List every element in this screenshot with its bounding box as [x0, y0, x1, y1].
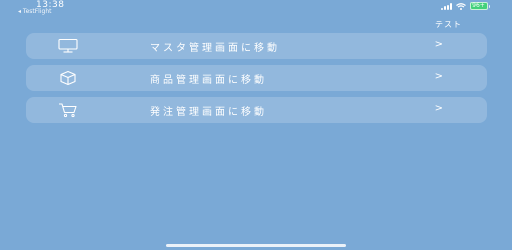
box-icon: [58, 70, 78, 86]
menu-item-products[interactable]: 商品管理画面に移動 >: [26, 65, 487, 91]
chevron-right-icon: >: [434, 71, 443, 82]
menu-item-master[interactable]: マスタ管理画面に移動 >: [26, 33, 487, 59]
battery-level: 96+: [469, 2, 488, 10]
battery-icon: 96+: [469, 2, 490, 10]
cellular-signal-icon: [440, 2, 452, 10]
menu-item-label: 商品管理画面に移動: [150, 75, 267, 86]
status-bar: 13:38 ◂ TestFlight 96+: [0, 0, 512, 15]
chevron-right-icon: >: [434, 103, 443, 114]
chevron-right-icon: >: [434, 39, 443, 50]
menu-item-label: マスタ管理画面に移動: [150, 43, 280, 54]
menu-item-label: 発注管理画面に移動: [150, 107, 267, 118]
nav-test-button[interactable]: テスト: [435, 19, 462, 30]
status-icons: 96+: [440, 2, 490, 10]
menu-list: マスタ管理画面に移動 > 商品管理画面に移動 > 発注管理画面に移動 >: [26, 33, 487, 129]
home-indicator[interactable]: [166, 244, 346, 247]
cart-icon: [58, 102, 78, 118]
back-to-app-link[interactable]: ◂ TestFlight: [18, 8, 51, 15]
wifi-icon: [455, 2, 466, 10]
monitor-icon: [58, 38, 78, 54]
menu-item-orders[interactable]: 発注管理画面に移動 >: [26, 97, 487, 123]
